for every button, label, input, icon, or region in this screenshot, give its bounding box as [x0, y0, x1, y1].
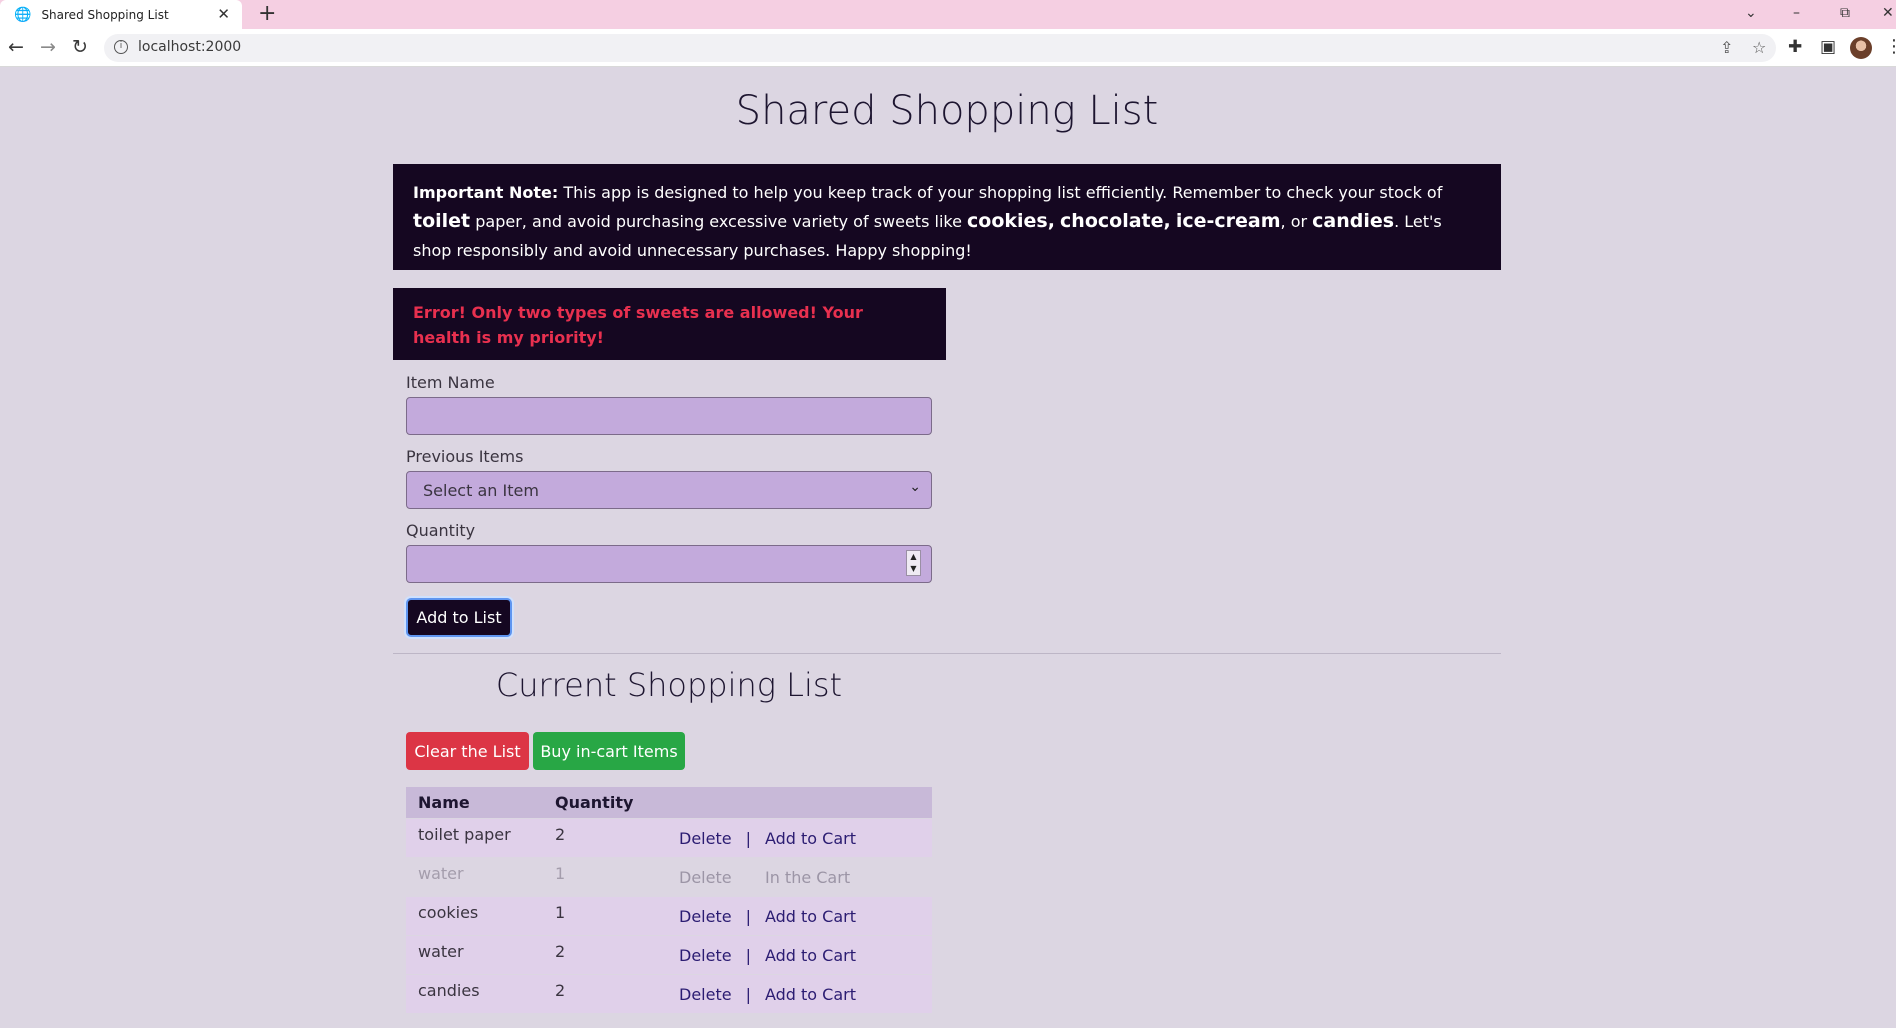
window-close-icon[interactable]: ✕: [1882, 2, 1894, 24]
item-name-label: Item Name: [406, 373, 495, 392]
extensions-icon[interactable]: ✚: [1788, 37, 1802, 57]
globe-icon: 🌐: [14, 6, 32, 23]
site-info-icon[interactable]: i: [114, 40, 128, 54]
table-row: cookies 1 Delete | Add to Cart: [406, 896, 932, 936]
item-quantity: 1: [543, 857, 667, 897]
delete-link[interactable]: Delete: [679, 985, 732, 1004]
table-row: candies 2 Delete | Add to Cart: [406, 974, 932, 1013]
table-row: water 2 Delete | Add to Cart: [406, 935, 932, 975]
menu-kebab-icon[interactable]: ⋮: [1885, 36, 1896, 57]
in-cart-status: In the Cart: [764, 867, 851, 887]
quantity-label: Quantity: [406, 521, 476, 540]
clear-list-button[interactable]: Clear the List: [406, 732, 529, 770]
minimize-icon[interactable]: –: [1793, 2, 1800, 24]
action-separator: |: [745, 828, 751, 848]
address-bar[interactable]: i localhost:2000 ⇪ ☆: [104, 34, 1776, 62]
delete-link[interactable]: Delete: [679, 946, 732, 965]
tab-close-icon[interactable]: ✕: [217, 5, 230, 23]
delete-link[interactable]: Delete: [679, 868, 732, 887]
note-text-3: , or: [1280, 212, 1313, 231]
quantity-stepper[interactable]: ▲ ▼: [906, 550, 921, 576]
note-word-candies: candies: [1312, 210, 1395, 232]
item-name: cookies: [406, 896, 543, 936]
note-word-toilet: toilet: [413, 210, 471, 232]
item-quantity: 1: [543, 896, 667, 936]
item-actions: Delete | Add to Cart: [667, 896, 932, 936]
shopping-list-title: Current Shopping List: [495, 666, 843, 704]
bookmark-star-icon[interactable]: ☆: [1752, 38, 1766, 57]
delete-link[interactable]: Delete: [679, 907, 732, 926]
section-divider: [393, 653, 1501, 654]
browser-tab[interactable]: 🌐 Shared Shopping List ✕: [0, 0, 242, 29]
note-word-chocolate: chocolate,: [1060, 210, 1171, 232]
back-icon[interactable]: ←: [8, 36, 24, 58]
restore-icon[interactable]: ⧉: [1840, 2, 1850, 24]
item-name: water: [406, 857, 543, 897]
reload-icon[interactable]: ↻: [72, 36, 88, 58]
previous-items-selected: Select an Item: [423, 481, 539, 500]
item-actions: Delete | Add to Cart: [667, 974, 932, 1013]
share-icon[interactable]: ⇪: [1720, 38, 1733, 57]
action-separator: |: [745, 984, 751, 1004]
tab-title: Shared Shopping List: [41, 7, 169, 22]
shopping-list-table: Name Quantity toilet paper 2 Delete | Add …: [406, 787, 932, 1013]
note-text-2: paper, and avoid purchasing excessive va…: [470, 212, 968, 231]
profile-avatar[interactable]: [1850, 37, 1872, 59]
add-to-cart-link[interactable]: Add to Cart: [765, 907, 856, 926]
item-name: toilet paper: [406, 818, 543, 858]
note-lead: Important Note:: [413, 183, 559, 202]
tab-search-icon[interactable]: ⌄: [1745, 2, 1757, 24]
url-text[interactable]: localhost:2000: [138, 39, 241, 55]
add-to-list-button[interactable]: Add to List: [406, 598, 512, 637]
column-header-quantity: Quantity: [543, 787, 667, 819]
note-word-icecream: ice-cream: [1175, 210, 1281, 232]
table-row: water 1 Delete|In the Cart: [406, 857, 932, 897]
item-actions: Delete | Add to Cart: [667, 935, 932, 975]
add-to-cart-link[interactable]: Add to Cart: [765, 946, 856, 965]
important-note: Important Note: This app is designed to …: [393, 164, 1501, 270]
previous-items-label: Previous Items: [406, 447, 524, 466]
note-text-1: This app is designed to help you keep tr…: [558, 183, 1443, 202]
item-name: water: [406, 935, 543, 975]
note-word-cookies: cookies,: [967, 210, 1055, 232]
add-to-cart-link[interactable]: Add to Cart: [765, 985, 856, 1004]
error-alert: Error! Only two types of sweets are allo…: [393, 288, 946, 360]
item-actions: Delete | Add to Cart: [667, 818, 932, 858]
item-quantity: 2: [543, 818, 667, 858]
table-row: toilet paper 2 Delete | Add to Cart: [406, 818, 932, 858]
column-header-actions: [667, 787, 932, 819]
action-separator: |: [745, 945, 751, 965]
page-title: Shared Shopping List: [735, 88, 1159, 134]
item-quantity: 2: [543, 935, 667, 975]
chevron-down-icon: ⌄: [909, 479, 921, 495]
forward-icon[interactable]: →: [40, 36, 56, 58]
table-header-row: Name Quantity: [406, 787, 932, 819]
browser-toolbar: ← → ↻ i localhost:2000 ⇪ ☆ ✚ ▣ ⋮: [0, 29, 1896, 67]
browser-tab-strip: 🌐 Shared Shopping List ✕ + ⌄ – ⧉ ✕: [0, 0, 1896, 29]
item-quantity: 2: [543, 974, 667, 1013]
add-to-cart-link[interactable]: Add to Cart: [765, 829, 856, 848]
previous-items-select[interactable]: Select an Item ⌄: [406, 471, 932, 509]
action-separator: |: [745, 906, 751, 926]
item-actions: Delete|In the Cart: [667, 857, 932, 897]
item-name-input[interactable]: [406, 397, 932, 435]
delete-link[interactable]: Delete: [679, 829, 732, 848]
side-panel-icon[interactable]: ▣: [1820, 37, 1836, 57]
quantity-input[interactable]: ▲ ▼: [406, 545, 932, 583]
new-tab-icon[interactable]: +: [258, 1, 276, 27]
item-name: candies: [406, 974, 543, 1013]
column-header-name: Name: [406, 787, 543, 819]
buy-in-cart-button[interactable]: Buy in-cart Items: [533, 732, 685, 770]
